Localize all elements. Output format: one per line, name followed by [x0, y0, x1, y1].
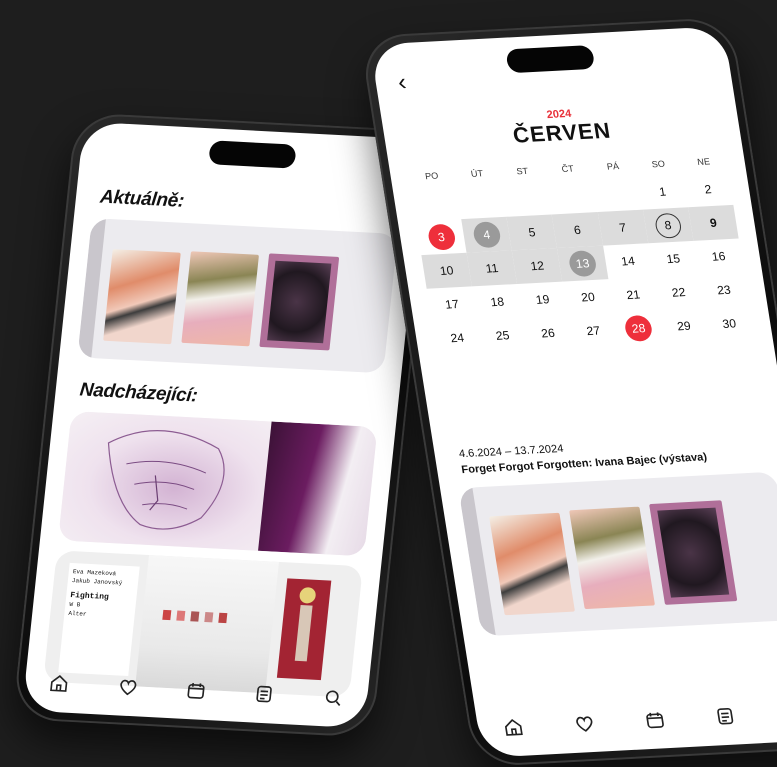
calendar-day[interactable]: 16	[693, 238, 744, 274]
calendar-day[interactable]: 25	[477, 318, 528, 354]
calendar-day[interactable]: 20	[563, 279, 614, 315]
calendar-day[interactable]	[411, 186, 462, 222]
back-icon[interactable]: ‹	[396, 69, 408, 97]
calendar-day[interactable]: 19	[517, 282, 568, 318]
heart-icon[interactable]	[113, 673, 142, 700]
figure-painting	[276, 578, 332, 681]
upcoming-card-1[interactable]	[58, 411, 378, 557]
bottom-nav	[474, 682, 777, 758]
weekday-label: ST	[515, 165, 529, 177]
poster-line: Jakub Janovský	[71, 577, 123, 587]
event-card[interactable]	[458, 471, 777, 637]
weekday-label: ČT	[560, 163, 575, 175]
sketch-lines	[107, 430, 225, 530]
calendar-day[interactable]: 18	[472, 284, 523, 320]
calendar-day-today[interactable]: 8	[642, 207, 694, 244]
calendar-day[interactable]: 23	[699, 272, 750, 308]
weekday-label: NE	[696, 156, 711, 167]
artwork-2	[181, 251, 259, 347]
calendar-day[interactable]	[592, 176, 643, 212]
calendar-day[interactable]: 29	[659, 308, 710, 344]
poster-line: Alter	[68, 609, 87, 618]
artwork-1	[103, 249, 181, 345]
news-icon[interactable]	[710, 703, 740, 730]
screen-left: Aktuálně: Nadcházející: Eva Mazeková Jak…	[22, 121, 426, 729]
calendar-day[interactable]: 27	[568, 313, 619, 349]
current-heading: Aktuálně:	[99, 186, 186, 212]
calendar-day[interactable]: 26	[523, 315, 574, 351]
artwork-3	[259, 253, 340, 351]
calendar-days: 1 2 3 4 5 6 7 8 9 10 11 12 13 14 15 16 1…	[411, 171, 755, 356]
calendar-day-selected[interactable]: 3	[416, 219, 467, 255]
calendar-day[interactable]: 22	[653, 274, 704, 310]
calendar-day[interactable]: 21	[608, 277, 659, 313]
calendar-day-event[interactable]: 11	[466, 250, 518, 287]
phone-left: Aktuálně: Nadcházející: Eva Mazeková Jak…	[12, 112, 436, 738]
calendar-day[interactable]	[501, 181, 552, 217]
calendar-day[interactable]	[456, 183, 507, 219]
calendar-day[interactable]: 24	[432, 320, 483, 356]
artwork-3	[649, 500, 738, 605]
search-icon[interactable]	[318, 684, 347, 711]
dynamic-island	[505, 45, 596, 74]
calendar-day-event[interactable]: 5	[506, 214, 558, 251]
home-icon[interactable]	[45, 670, 74, 697]
calendar-day-highlight[interactable]: 28	[613, 310, 664, 346]
current-exhibition-card[interactable]	[77, 218, 398, 374]
phone-right: ‹ 2024 ČERVEN PO ÚT ST ČT PÁ SO NE 1 2 3…	[359, 16, 777, 767]
calendar-day-event[interactable]: 7	[597, 209, 648, 246]
weekday-label: SO	[650, 158, 666, 170]
calendar-day-event[interactable]: 9	[687, 204, 739, 241]
calendar-day-event[interactable]: 10	[421, 252, 472, 289]
weekday-label: PO	[424, 170, 439, 182]
calendar-day[interactable]: 1	[637, 174, 688, 210]
calendar-grid: PO ÚT ST ČT PÁ SO NE 1 2 3 4 5 6 7 8 9 1…	[407, 150, 754, 356]
weekday-label: PÁ	[606, 161, 620, 172]
calendar-day[interactable]: 2	[683, 171, 734, 207]
calendar-day[interactable]: 17	[427, 286, 478, 322]
artwork-2	[569, 506, 656, 610]
calendar-day[interactable]: 30	[704, 306, 755, 342]
calendar-day-event[interactable]: 12	[512, 247, 563, 284]
calendar-day-event[interactable]: 4	[461, 216, 513, 253]
event-date-range: 4.6.2024 – 13.7.2024	[458, 442, 565, 461]
artwork-1	[489, 512, 576, 616]
calendar-icon[interactable]	[182, 677, 211, 704]
calendar-day[interactable]: 15	[648, 241, 699, 277]
screen-right: ‹ 2024 ČERVEN PO ÚT ST ČT PÁ SO NE 1 2 3…	[369, 26, 777, 758]
news-icon[interactable]	[250, 681, 279, 708]
calendar-icon[interactable]	[640, 706, 670, 733]
sketch-artwork	[58, 411, 272, 551]
calendar-day-event[interactable]: 13	[557, 245, 608, 282]
dark-artwork	[258, 421, 378, 557]
home-icon[interactable]	[498, 714, 528, 741]
weekday-label: ÚT	[470, 168, 484, 179]
calendar-day[interactable]	[547, 178, 598, 214]
upcoming-heading: Nadcházející:	[78, 379, 199, 407]
dynamic-island	[208, 140, 297, 169]
calendar-day-event[interactable]: 6	[552, 212, 603, 248]
heart-icon[interactable]	[569, 710, 599, 737]
calendar-day[interactable]: 14	[603, 243, 654, 279]
